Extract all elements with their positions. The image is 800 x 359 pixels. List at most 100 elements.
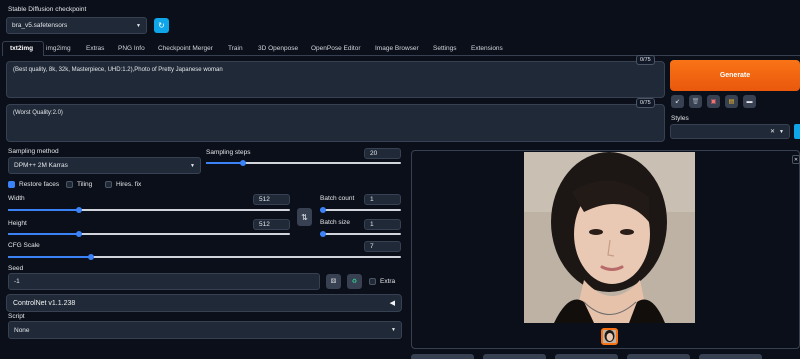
script-value: None xyxy=(14,326,30,334)
tab-img2img[interactable]: img2img xyxy=(46,45,71,52)
negative-prompt-textarea[interactable]: (Worst Quality:2.0) xyxy=(6,104,665,142)
tab-checkpoint-merger[interactable]: Checkpoint Merger xyxy=(158,45,213,52)
width-slider[interactable] xyxy=(8,207,290,213)
tab-settings[interactable]: Settings xyxy=(433,45,457,52)
random-seed-button[interactable]: ⚄ xyxy=(326,274,341,289)
checkpoint-select[interactable]: bra_v5.safetensors ▼ xyxy=(6,17,147,34)
hires-fix-checkbox[interactable]: Hires. fix xyxy=(105,181,141,188)
batch-count-slider[interactable] xyxy=(320,207,401,213)
thumbnail-image xyxy=(603,330,616,343)
extra-label: Extra xyxy=(380,278,396,285)
tab-txt2img[interactable]: txt2img xyxy=(10,45,33,52)
prompt-tools: ↙ 🗑 ▣ ▤ ▬ xyxy=(671,95,756,108)
cfg-scale-value: 7 xyxy=(370,243,374,250)
prompt-textarea[interactable]: (Best quality, 8k, 32k, Masterpiece, UHD… xyxy=(6,61,665,98)
zip-button[interactable] xyxy=(555,354,618,359)
negative-prompt-token-counter: 0/75 xyxy=(636,98,655,108)
seed-input[interactable]: -1 xyxy=(8,273,320,290)
output-thumbnail[interactable] xyxy=(601,328,618,345)
card-icon: ▣ xyxy=(710,99,717,105)
batch-size-input[interactable]: 1 xyxy=(364,219,401,230)
sampling-steps-slider[interactable] xyxy=(206,160,401,166)
sampling-steps-value: 20 xyxy=(370,150,378,157)
batch-size-value: 1 xyxy=(370,221,374,228)
extra-networks-button[interactable]: ▣ xyxy=(707,95,720,108)
width-input[interactable]: 512 xyxy=(253,194,290,205)
checkbox-box[interactable] xyxy=(369,278,376,285)
tab-extensions[interactable]: Extensions xyxy=(471,45,503,52)
batch-size-slider[interactable] xyxy=(320,231,401,237)
swap-dimensions-button[interactable]: ⇅ xyxy=(297,208,312,226)
checkbox-box[interactable] xyxy=(66,181,73,188)
arrow-icon: ↙ xyxy=(674,99,681,105)
tab-openpose-editor[interactable]: OpenPose Editor xyxy=(311,45,361,52)
cfg-scale-slider[interactable] xyxy=(8,254,401,260)
apply-style-button[interactable]: ▤ xyxy=(725,95,738,108)
restore-faces-checkbox[interactable]: Restore faces xyxy=(8,181,59,188)
collapse-icon: ◀ xyxy=(389,300,395,307)
width-label: Width xyxy=(8,195,25,202)
clipboard-icon: ▤ xyxy=(728,99,735,105)
checkbox-box[interactable] xyxy=(105,181,112,188)
width-fill xyxy=(8,209,79,211)
save-button[interactable] xyxy=(483,354,546,359)
refresh-checkpoint-button[interactable]: ↻ xyxy=(154,18,169,33)
tab-png-info[interactable]: PNG Info xyxy=(118,45,145,52)
prompt-token-counter: 0/75 xyxy=(636,55,655,65)
cfg-scale-fill xyxy=(8,256,91,258)
sampling-steps-input[interactable]: 20 xyxy=(364,148,401,159)
close-gallery-button[interactable]: ✕ xyxy=(792,155,800,164)
hires-fix-label: Hires. fix xyxy=(116,181,142,188)
output-action-buttons xyxy=(411,354,762,359)
read-params-button[interactable]: ↙ xyxy=(671,95,684,108)
sampling-steps-fill xyxy=(206,162,244,164)
checkpoint-value: bra_v5.safetensors xyxy=(12,22,68,29)
send-to-inpaint-button[interactable] xyxy=(699,354,762,359)
refresh-icon: ↻ xyxy=(158,21,165,30)
sampling-steps-thumb[interactable] xyxy=(240,160,247,166)
controlnet-accordion[interactable]: ControlNet v1.1.238 ◀ xyxy=(6,294,402,312)
save-style-button[interactable]: ▬ xyxy=(743,95,756,108)
batch-count-thumb[interactable] xyxy=(320,207,326,213)
height-slider[interactable] xyxy=(8,231,290,237)
batch-count-input[interactable]: 1 xyxy=(364,194,401,205)
clear-prompt-button[interactable]: 🗑 xyxy=(689,95,702,108)
height-label: Height xyxy=(8,220,27,227)
close-icon[interactable]: ✕ xyxy=(770,128,775,135)
checkbox-box[interactable] xyxy=(8,181,15,188)
trash-icon: 🗑 xyxy=(691,99,700,105)
styles-select[interactable]: ✕ ▼ xyxy=(670,124,790,139)
output-image[interactable] xyxy=(524,152,695,323)
styles-refresh-button[interactable] xyxy=(794,124,800,139)
tiling-label: Tiling xyxy=(77,181,93,188)
save-icon: ▬ xyxy=(746,98,753,105)
tab-3d-openpose[interactable]: 3D Openpose xyxy=(258,45,298,52)
output-gallery xyxy=(411,150,800,349)
tab-image-browser[interactable]: Image Browser xyxy=(375,45,419,52)
negative-prompt-text: (Worst Quality:2.0) xyxy=(13,110,63,116)
batch-count-value: 1 xyxy=(370,196,374,203)
controlnet-label: ControlNet v1.1.238 xyxy=(13,299,76,307)
tab-extras[interactable]: Extras xyxy=(86,45,104,52)
styles-label: Styles xyxy=(671,115,689,122)
cfg-scale-input[interactable]: 7 xyxy=(364,241,401,252)
close-icon: ✕ xyxy=(793,156,799,163)
dice-icon: ⚄ xyxy=(330,279,337,285)
cfg-scale-label: CFG Scale xyxy=(8,242,40,249)
cfg-scale-thumb[interactable] xyxy=(87,254,94,260)
width-thumb[interactable] xyxy=(75,207,82,213)
extra-seed-checkbox[interactable]: Extra xyxy=(369,278,395,285)
script-select[interactable]: None ▼ xyxy=(8,321,402,339)
height-input[interactable]: 512 xyxy=(253,219,290,230)
send-to-img2img-button[interactable] xyxy=(627,354,690,359)
tab-train[interactable]: Train xyxy=(228,45,243,52)
sampling-method-select[interactable]: DPM++ 2M Karras ▼ xyxy=(8,157,201,174)
sampling-steps-label: Sampling steps xyxy=(206,149,251,156)
folder-button[interactable] xyxy=(411,354,474,359)
reuse-seed-button[interactable]: ♻ xyxy=(347,274,362,289)
generate-button[interactable]: Generate xyxy=(670,60,800,91)
tiling-checkbox[interactable]: Tiling xyxy=(66,181,92,188)
batch-size-thumb[interactable] xyxy=(320,231,326,237)
tab-bar: txt2img img2img Extras PNG Info Checkpoi… xyxy=(0,40,800,56)
height-thumb[interactable] xyxy=(75,231,82,237)
